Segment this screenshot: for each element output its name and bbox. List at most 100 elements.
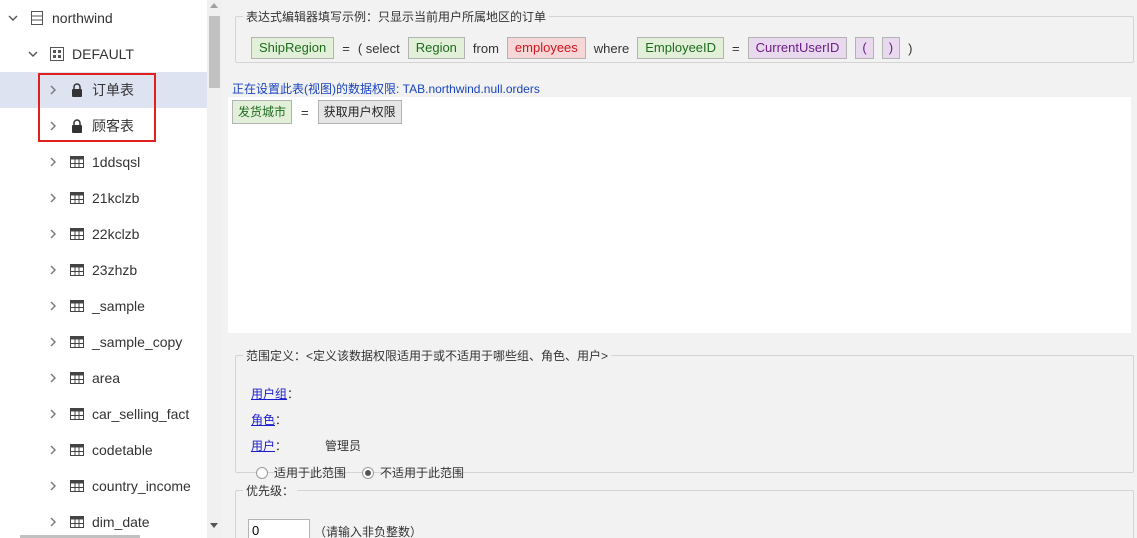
scroll-down-icon[interactable] [210, 523, 218, 528]
tree-item-label: 22kclzb [92, 226, 140, 242]
vertical-scrollbar[interactable] [207, 0, 222, 538]
tree-item-table[interactable]: 22kclzb [46, 216, 139, 252]
chevron-right-icon[interactable] [46, 335, 60, 349]
scope-colon: ： [275, 439, 288, 453]
tree-sidebar: northwind DEFAULT 订单表 顾客表 1ddsqsl 21kclz… [0, 0, 222, 538]
tree-item-customers[interactable]: 顾客表 [46, 108, 134, 144]
expression-content: 发货城市 = 获取用户权限 [232, 100, 402, 124]
tree-item-label: 订单表 [92, 82, 134, 98]
tree-item-label: dim_date [92, 514, 150, 530]
example-keyword: ( select [357, 40, 400, 56]
tree-item-label: 顾客表 [92, 118, 134, 134]
table-icon [70, 191, 84, 205]
example-keyword: from [472, 40, 499, 56]
tree-node-northwind[interactable]: northwind [6, 0, 113, 36]
chevron-down-icon[interactable] [26, 47, 40, 61]
scope-user-row: 用户 ： 管理员 [251, 437, 361, 454]
example-token-paren: ( [855, 37, 874, 59]
example-operator: = [342, 40, 350, 56]
tree-item-table[interactable]: _sample_copy [46, 324, 182, 360]
tree-item-table[interactable]: 23zhzb [46, 252, 137, 288]
chevron-right-icon[interactable] [46, 263, 60, 277]
tree-item-table[interactable]: area [46, 360, 120, 396]
chevron-down-icon[interactable] [6, 11, 20, 25]
tree-item-table[interactable]: dim_date [46, 504, 150, 538]
tree-item-table[interactable]: 21kclzb [46, 180, 139, 216]
user-group-link[interactable]: 用户组 [251, 385, 287, 402]
expression-editor[interactable]: 发货城市 = 获取用户权限 [228, 97, 1131, 333]
tree-item-label: 1ddsqsl [92, 154, 141, 170]
example-token-function: CurrentUserID [747, 37, 848, 59]
chevron-right-icon[interactable] [46, 155, 60, 169]
table-icon [70, 443, 84, 457]
chevron-right-icon[interactable] [46, 227, 60, 241]
chevron-right-icon[interactable] [46, 191, 60, 205]
chevron-right-icon[interactable] [46, 119, 60, 133]
priority-legend: 优先级： [246, 484, 295, 498]
schema-icon [50, 47, 64, 61]
tree-item-label: _sample [92, 298, 145, 314]
chevron-right-icon[interactable] [46, 479, 60, 493]
scope-colon: ： [287, 387, 300, 401]
example-token-field: ShipRegion [251, 37, 335, 59]
tree-node-label: DEFAULT [72, 46, 134, 62]
tree-item-table[interactable]: 1ddsqsl [46, 144, 140, 180]
tree-item-label: area [92, 370, 121, 386]
scope-user-group-row: 用户组 ： [251, 385, 299, 402]
table-icon [70, 515, 84, 529]
field-token-ship-city[interactable]: 发货城市 [232, 100, 293, 124]
permission-editor-panel: 表达式编辑器填写示例：只显示当前用户所属地区的订单 ShipRegion = (… [222, 0, 1137, 538]
tree-item-label: car_selling_fact [92, 406, 190, 422]
target-object-label: 正在设置此表(视图)的数据权限: TAB.northwind.null.orde… [232, 82, 540, 96]
example-expression: ShipRegion = ( select Region from employ… [251, 37, 920, 59]
example-legend: 表达式编辑器填写示例：只显示当前用户所属地区的订单 [246, 10, 547, 24]
database-icon [30, 11, 44, 25]
radio-apply-label: 适用于此范围 [274, 466, 347, 480]
role-link[interactable]: 角色 [251, 411, 275, 428]
chevron-right-icon[interactable] [46, 443, 60, 457]
radio-apply-scope[interactable] [256, 466, 268, 479]
chevron-right-icon[interactable] [46, 407, 60, 421]
chevron-right-icon[interactable] [46, 371, 60, 385]
table-icon [70, 371, 84, 385]
lock-icon [70, 83, 84, 97]
chevron-right-icon[interactable] [46, 515, 60, 529]
example-token-table: employees [506, 37, 586, 59]
tree-item-orders[interactable]: 订单表 [0, 72, 207, 108]
priority-hint: （请输入非负整数） [314, 525, 423, 538]
radio-not-apply-label: 不适用于此范围 [380, 466, 465, 480]
tree-item-table[interactable]: country_income [46, 468, 191, 504]
scope-legend: 范围定义：<定义该数据权限适用于或不适用于哪些组、角色、用户> [246, 349, 609, 363]
table-icon [70, 299, 84, 313]
operator-equals: = [301, 104, 309, 120]
get-user-permission-button[interactable]: 获取用户权限 [317, 100, 402, 124]
tree-item-label: 23zhzb [92, 262, 138, 278]
tree-view: northwind DEFAULT 订单表 顾客表 1ddsqsl 21kclz… [0, 0, 207, 538]
tree-item-label: _sample_copy [92, 334, 183, 350]
tree-item-table[interactable]: car_selling_fact [46, 396, 189, 432]
example-keyword: where [593, 40, 630, 56]
tree-item-table[interactable]: _sample [46, 288, 145, 324]
scope-group: 范围定义：<定义该数据权限适用于或不适用于哪些组、角色、用户> 用户组 ： 角色… [235, 347, 1134, 480]
tree-node-default[interactable]: DEFAULT [26, 36, 134, 72]
user-link[interactable]: 用户 [251, 437, 275, 454]
chevron-right-icon[interactable] [46, 299, 60, 313]
tree-node-label: northwind [52, 10, 113, 26]
scrollbar-thumb[interactable] [209, 16, 220, 88]
scope-radio-row: 适用于此范围 不适用于此范围 [256, 464, 480, 481]
tree-item-table[interactable]: codetable [46, 432, 153, 468]
lock-icon [70, 119, 84, 133]
table-icon [70, 227, 84, 241]
table-icon [70, 407, 84, 421]
radio-not-apply-scope[interactable] [362, 466, 375, 479]
tree-item-label: 21kclzb [92, 190, 140, 206]
table-icon [70, 335, 84, 349]
table-icon [70, 263, 84, 277]
example-token-paren: ) [881, 37, 901, 59]
chevron-right-icon[interactable] [46, 83, 60, 97]
priority-input[interactable] [248, 519, 310, 538]
tree-item-label: country_income [92, 478, 191, 494]
scope-user-value: 管理员 [325, 439, 362, 453]
tree-item-label: codetable [92, 442, 153, 458]
scroll-up-icon[interactable] [210, 3, 218, 8]
